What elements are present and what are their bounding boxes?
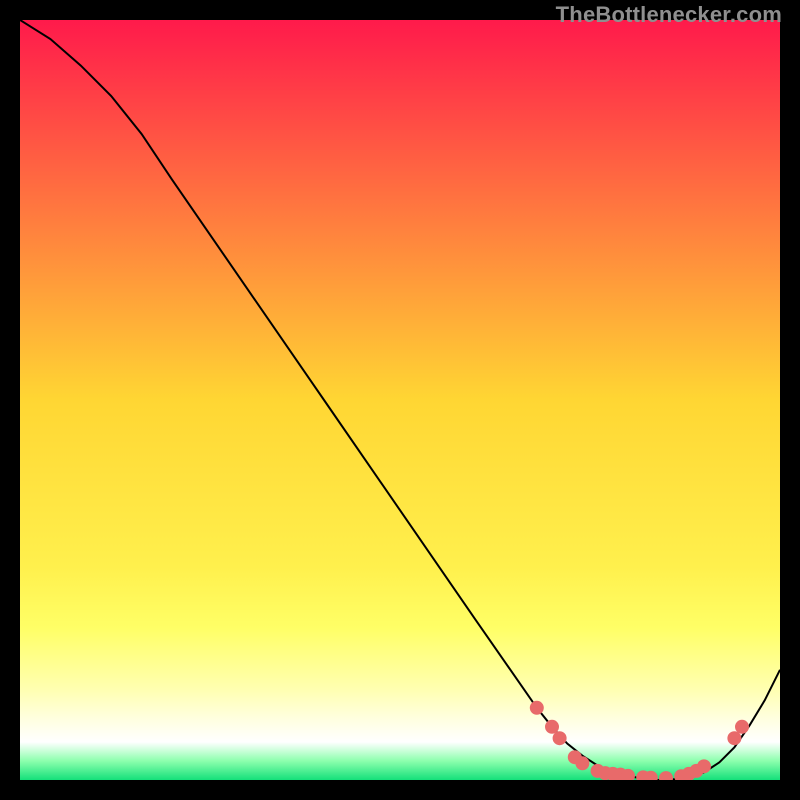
curve-marker	[727, 731, 741, 745]
curve-marker	[575, 756, 589, 770]
curve-marker	[697, 759, 711, 773]
curve-marker	[545, 720, 559, 734]
curve-marker	[553, 731, 567, 745]
chart-stage: TheBottlenecker.com	[0, 0, 800, 800]
gradient-background	[20, 20, 780, 780]
curve-marker	[735, 720, 749, 734]
curve-marker	[530, 701, 544, 715]
bottleneck-chart	[20, 20, 780, 780]
